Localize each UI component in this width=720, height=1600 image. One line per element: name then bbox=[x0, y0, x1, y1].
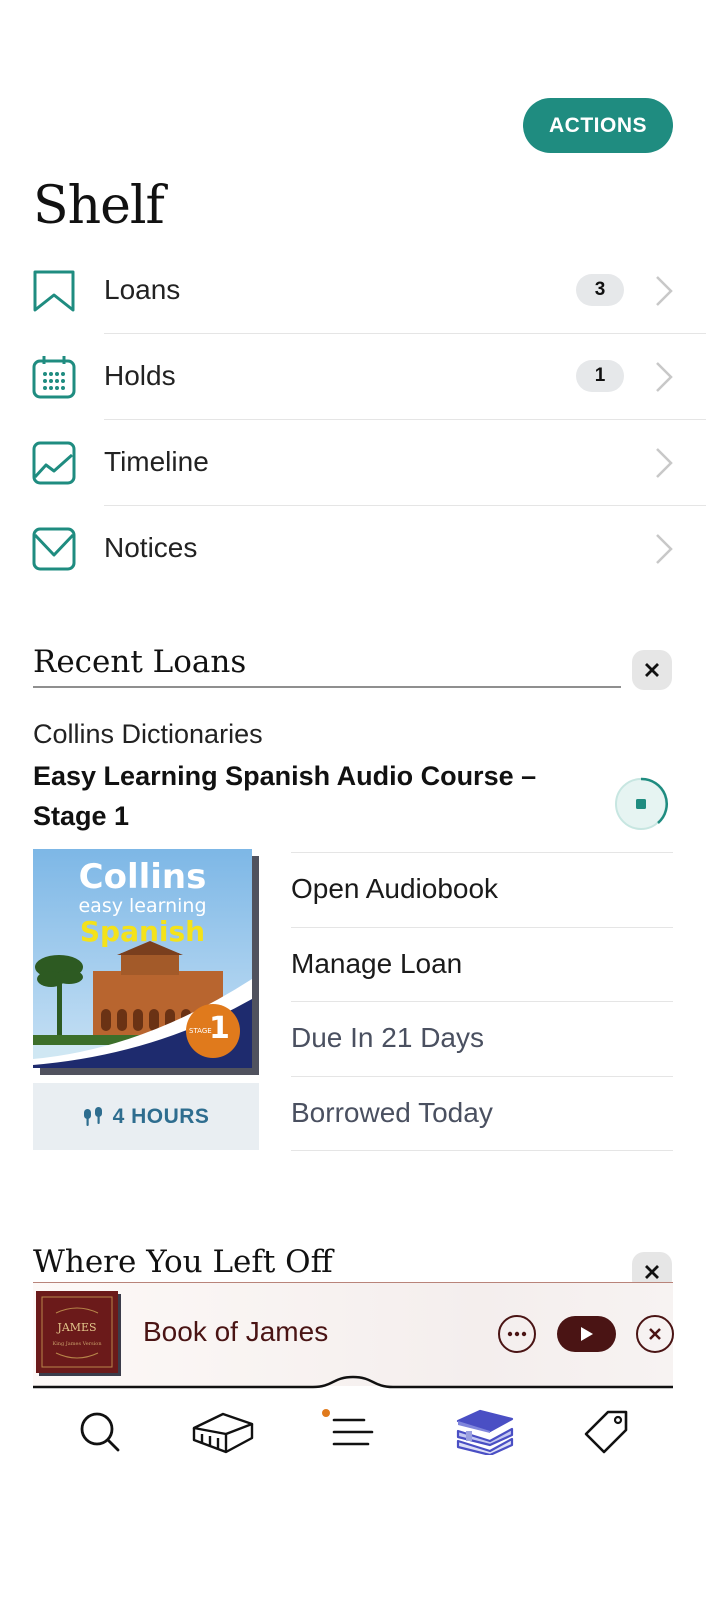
cover-brand: Collins bbox=[78, 857, 207, 897]
menu-item-notices[interactable]: Notices bbox=[0, 506, 720, 592]
menu-item-timeline[interactable]: Timeline bbox=[0, 420, 720, 506]
page-title: Shelf bbox=[33, 176, 165, 236]
duration-text: 4 HOURS bbox=[112, 1104, 210, 1128]
count-badge: 1 bbox=[576, 360, 624, 392]
nav-search[interactable] bbox=[60, 1402, 140, 1462]
envelope-icon bbox=[32, 527, 76, 571]
chevron-right-icon bbox=[656, 534, 673, 564]
player-more-button[interactable] bbox=[498, 1315, 536, 1353]
actions-button[interactable]: ACTIONS bbox=[523, 98, 673, 153]
menu-item-label: Holds bbox=[104, 360, 176, 391]
chevron-right-icon bbox=[656, 362, 673, 392]
cover-stage-number: 1 bbox=[209, 1011, 230, 1046]
nav-divider bbox=[33, 1375, 673, 1389]
due-date-text: Due In 21 Days bbox=[291, 1001, 673, 1076]
library-icon bbox=[192, 1412, 254, 1454]
more-icon bbox=[507, 1331, 527, 1337]
book-author: Collins Dictionaries bbox=[33, 719, 263, 749]
borrowed-date-text: Borrowed Today bbox=[291, 1076, 673, 1151]
menu-item-loans[interactable]: Loans 3 bbox=[0, 248, 720, 334]
close-icon bbox=[645, 1265, 659, 1279]
nav-tags[interactable] bbox=[566, 1402, 646, 1462]
dismiss-recent-loans-button[interactable] bbox=[632, 650, 672, 690]
chevron-right-icon bbox=[656, 276, 673, 306]
calendar-icon bbox=[32, 356, 76, 399]
action-label: Manage Loan bbox=[291, 948, 463, 979]
player-cover-title: JAMES bbox=[57, 1321, 97, 1334]
count-badge: 3 bbox=[576, 274, 624, 306]
section-title-where-you-left-off: Where You Left Off bbox=[33, 1244, 333, 1280]
close-icon bbox=[649, 1328, 661, 1340]
player-title[interactable]: Book of James bbox=[143, 1316, 328, 1348]
headphones-icon bbox=[83, 1106, 102, 1126]
open-audiobook-button[interactable]: Open Audiobook bbox=[291, 852, 673, 927]
tag-icon bbox=[584, 1410, 628, 1454]
player-book-cover[interactable]: JAMES King James Version bbox=[36, 1291, 121, 1376]
chevron-right-icon bbox=[656, 448, 673, 478]
close-icon bbox=[645, 663, 659, 677]
shelf-books-icon bbox=[456, 1409, 514, 1455]
section-title-recent-loans: Recent Loans bbox=[33, 644, 247, 680]
nav-shelf[interactable] bbox=[443, 1402, 523, 1462]
section-rule bbox=[33, 686, 621, 688]
bookmark-icon bbox=[33, 270, 75, 312]
menu-item-holds[interactable]: Holds 1 bbox=[0, 334, 720, 420]
action-label: Due In 21 Days bbox=[291, 1022, 484, 1053]
duration-badge: 4 HOURS bbox=[33, 1083, 259, 1150]
player-play-button[interactable] bbox=[557, 1316, 616, 1352]
cover-subtitle: easy learning bbox=[78, 895, 207, 917]
menu-item-label: Timeline bbox=[104, 446, 209, 477]
chart-icon bbox=[32, 441, 76, 485]
menu-item-label: Loans bbox=[104, 274, 181, 305]
play-icon bbox=[580, 1327, 593, 1341]
manage-loan-button[interactable]: Manage Loan bbox=[291, 927, 673, 1002]
nav-library[interactable] bbox=[183, 1402, 263, 1462]
book-cover[interactable]: Collins easy learning Spanish STAGE 1 bbox=[33, 849, 252, 1068]
search-icon bbox=[80, 1412, 120, 1452]
cover-language: Spanish bbox=[79, 915, 206, 948]
nav-menu[interactable] bbox=[313, 1402, 393, 1462]
menu-item-label: Notices bbox=[104, 532, 198, 563]
player-close-button[interactable] bbox=[636, 1315, 674, 1353]
action-label: Open Audiobook bbox=[291, 873, 499, 904]
action-label: Borrowed Today bbox=[291, 1097, 493, 1128]
menu-icon bbox=[332, 1418, 374, 1446]
download-progress-icon[interactable] bbox=[613, 776, 669, 832]
book-title[interactable]: Easy Learning Spanish Audio Course – Sta… bbox=[33, 756, 553, 836]
player-cover-subtitle: King James Version bbox=[52, 1341, 102, 1347]
